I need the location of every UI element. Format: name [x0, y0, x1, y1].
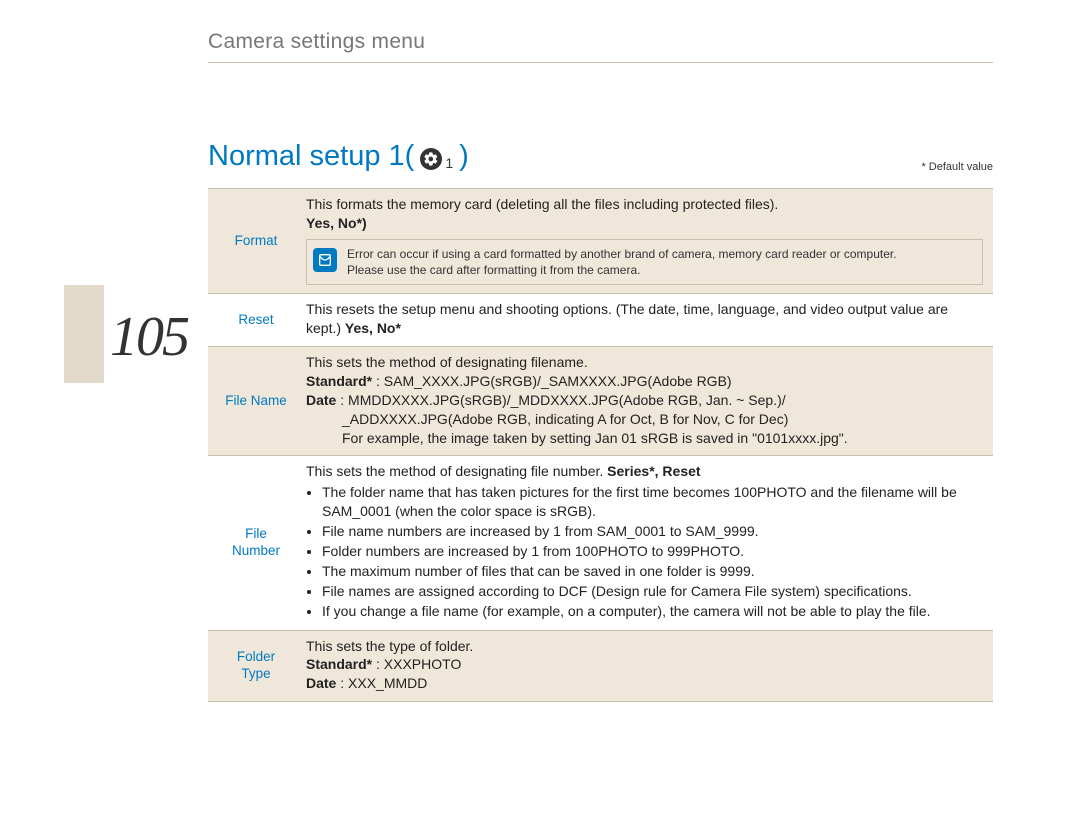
note-text: Error can occur if using a card formatte… — [347, 246, 897, 278]
foldertype-intro: This sets the type of folder. — [306, 638, 473, 654]
row-filenumber: File Number This sets the method of desi… — [208, 455, 993, 629]
filenumber-b6: If you change a file name (for example, … — [322, 602, 983, 621]
row-desc-reset: This resets the setup menu and shooting … — [300, 294, 993, 346]
row-foldertype: Folder Type This sets the type of folder… — [208, 630, 993, 703]
filename-standard-val: : SAM_XXXX.JPG(sRGB)/_SAMXXXX.JPG(Adobe … — [372, 373, 731, 389]
row-label-format: Format — [208, 189, 300, 293]
row-desc-filename: This sets the method of designating file… — [300, 347, 993, 455]
filenumber-label2: Number — [232, 543, 280, 558]
filename-intro: This sets the method of designating file… — [306, 354, 588, 370]
row-format: Format This formats the memory card (del… — [208, 188, 993, 293]
gear-subscript: 1 — [445, 155, 453, 171]
filenumber-intro: This sets the method of designating file… — [306, 463, 607, 479]
row-label-filenumber: File Number — [208, 456, 300, 629]
gear-icon — [420, 148, 442, 170]
row-filename: File Name This sets the method of design… — [208, 346, 993, 455]
format-desc: This formats the memory card (deleting a… — [306, 196, 778, 212]
page-number: 105 — [110, 305, 188, 369]
filenumber-b4: The maximum number of files that can be … — [322, 562, 983, 581]
section-title-row: Normal setup 1( 1 ) * Default value — [208, 140, 993, 173]
row-label-filename: File Name — [208, 347, 300, 455]
note-line1: Error can occur if using a card formatte… — [347, 247, 897, 261]
filenumber-bullets: The folder name that has taken pictures … — [306, 483, 983, 620]
filenumber-b1: The folder name that has taken pictures … — [322, 483, 983, 521]
format-options: Yes, No*) — [306, 215, 367, 231]
reset-desc: This resets the setup menu and shooting … — [306, 301, 948, 336]
foldertype-date-val: : XXX_MMDD — [336, 675, 427, 691]
row-desc-format: This formats the memory card (deleting a… — [300, 189, 993, 293]
note-icon — [313, 248, 337, 272]
filenumber-label1: File — [245, 526, 267, 541]
filenumber-b5: File names are assigned according to DCF… — [322, 582, 983, 601]
foldertype-standard-val: : XXXPHOTO — [372, 656, 461, 672]
format-note-box: Error can occur if using a card formatte… — [306, 239, 983, 285]
filename-date-val2: _ADDXXXX.JPG(Adobe RGB, indicating A for… — [306, 410, 983, 429]
row-desc-filenumber: This sets the method of designating file… — [300, 456, 993, 629]
foldertype-date-label: Date — [306, 675, 336, 691]
foldertype-label2: Type — [241, 666, 270, 681]
page-number-accent — [64, 285, 104, 383]
filenumber-b2: File name numbers are increased by 1 fro… — [322, 522, 983, 541]
default-value-note: * Default value — [921, 161, 993, 173]
filenumber-b3: Folder numbers are increased by 1 from 1… — [322, 542, 983, 561]
section-title: Normal setup 1( 1 ) — [208, 140, 469, 173]
filenumber-intro-bold: Series*, Reset — [607, 463, 700, 479]
filename-date-val: : MMDDXXXX.JPG(sRGB)/_MDDXXXX.JPG(Adobe … — [336, 392, 785, 408]
foldertype-label1: Folder — [237, 649, 275, 664]
reset-options: Yes, No* — [345, 320, 401, 336]
note-line2: Please use the card after formatting it … — [347, 263, 640, 277]
row-desc-foldertype: This sets the type of folder. Standard* … — [300, 631, 993, 702]
section-title-prefix: Normal setup 1( — [208, 140, 414, 173]
breadcrumb-header: Camera settings menu — [208, 30, 993, 63]
foldertype-standard-label: Standard* — [306, 656, 372, 672]
row-reset: Reset This resets the setup menu and sho… — [208, 293, 993, 346]
section-title-suffix: ) — [459, 140, 469, 173]
row-label-reset: Reset — [208, 294, 300, 346]
row-label-foldertype: Folder Type — [208, 631, 300, 702]
filename-date-label: Date — [306, 392, 336, 408]
settings-table: Format This formats the memory card (del… — [208, 188, 993, 702]
filename-date-val3: For example, the image taken by setting … — [306, 429, 983, 448]
filename-standard-label: Standard* — [306, 373, 372, 389]
